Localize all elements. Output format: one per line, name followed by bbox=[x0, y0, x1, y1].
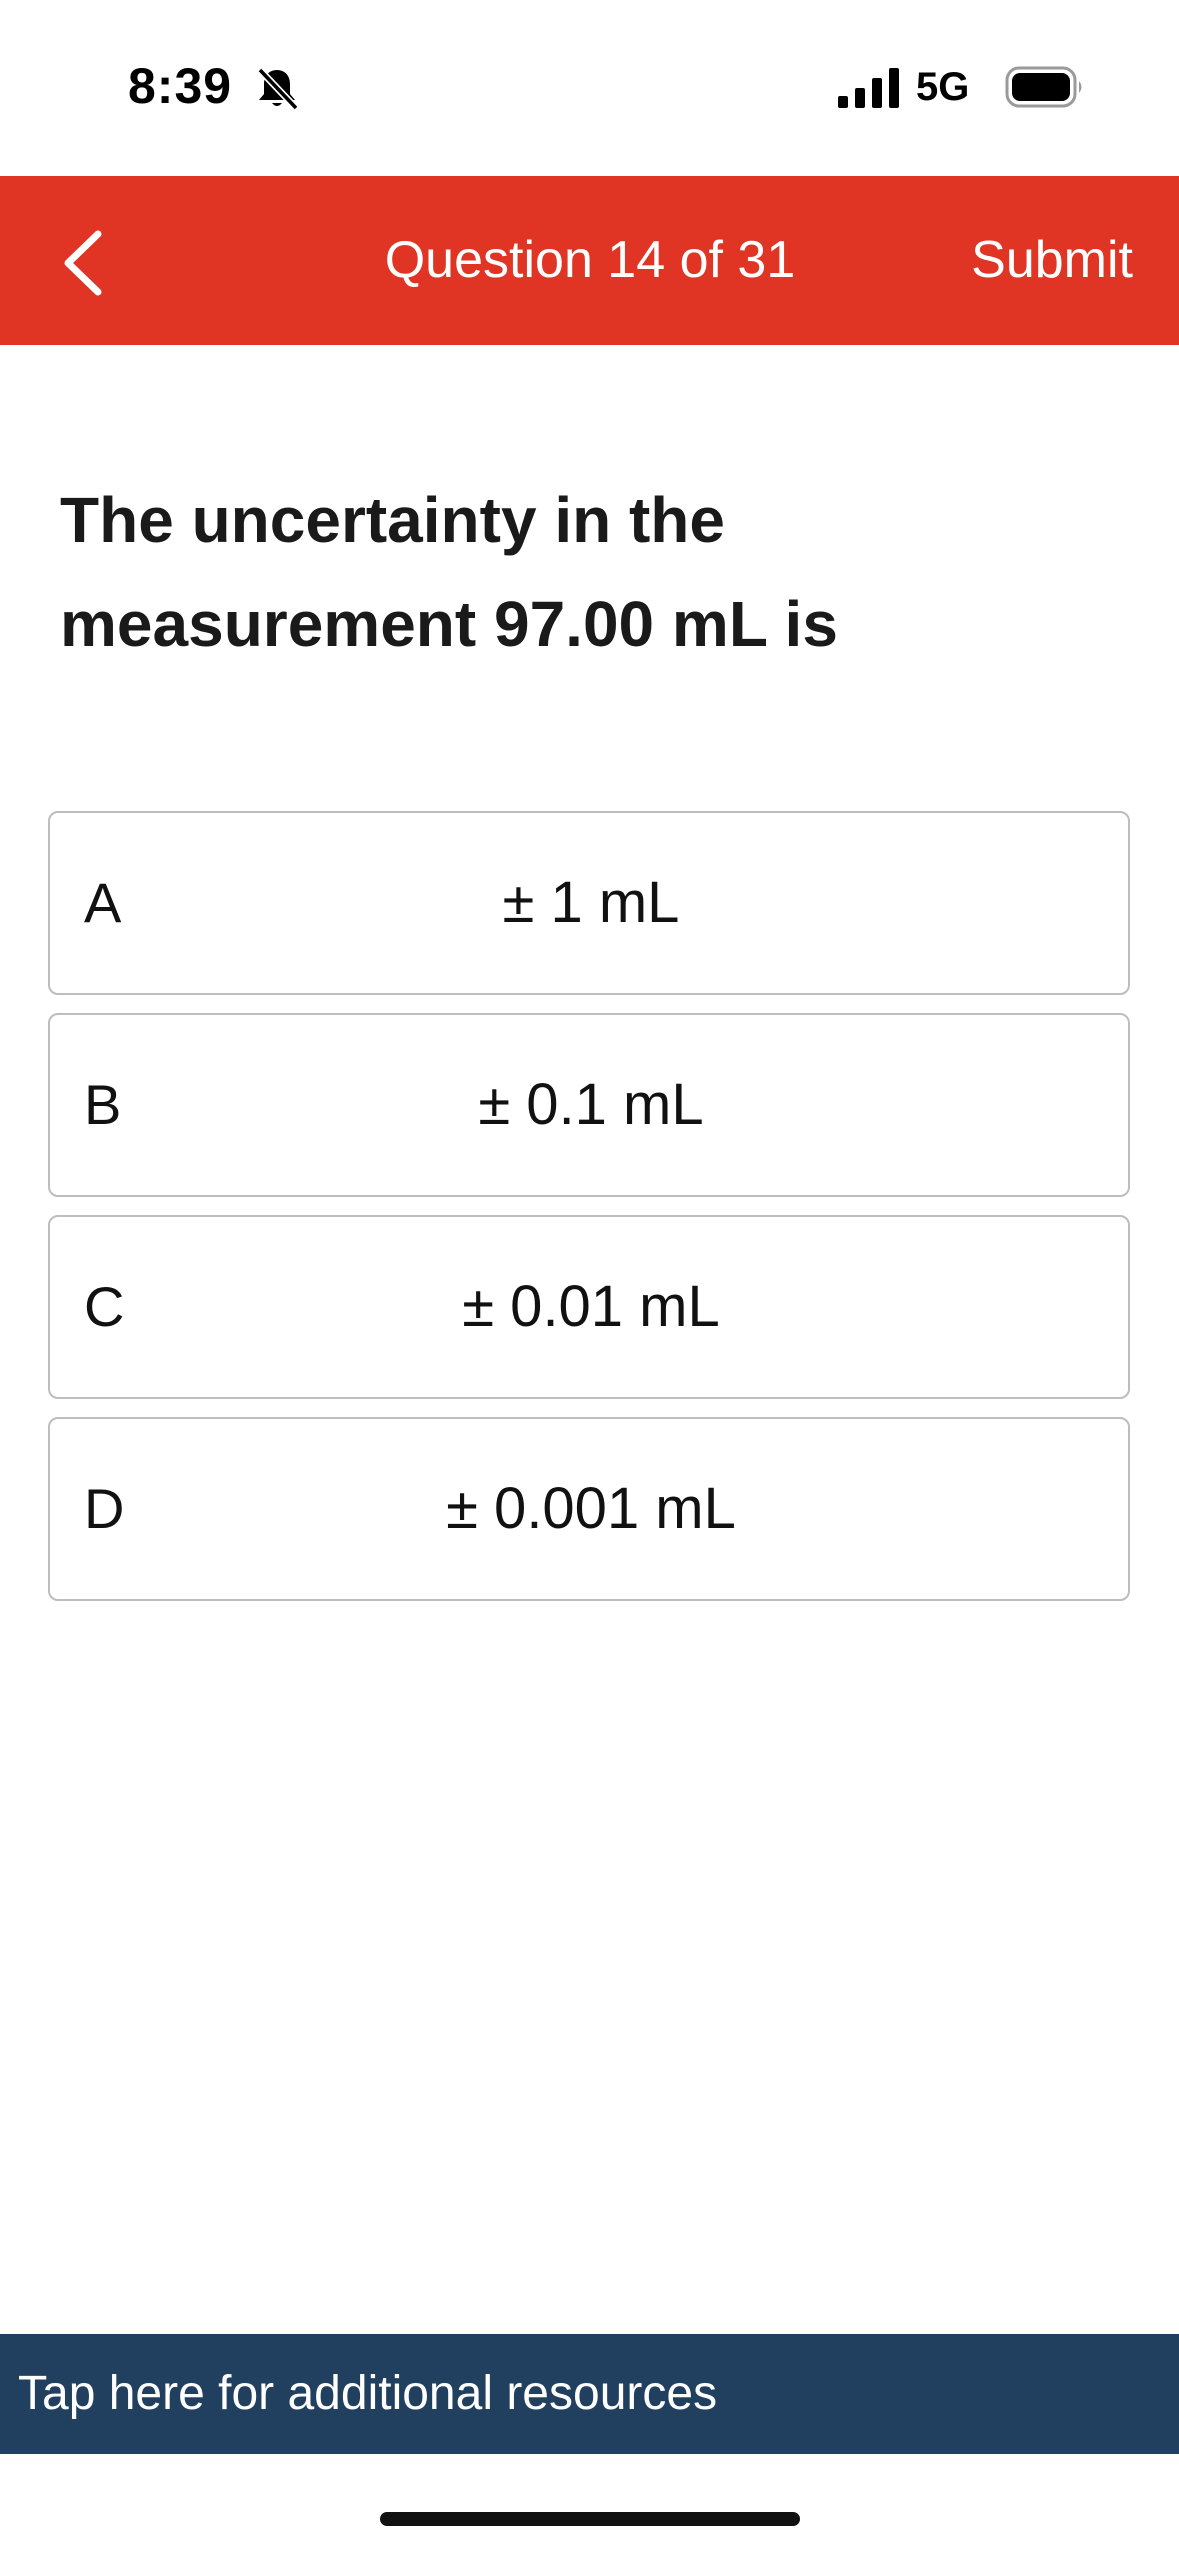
header-bar: Question 14 of 31 Submit bbox=[0, 176, 1179, 345]
option-letter: A bbox=[84, 871, 122, 934]
option-c[interactable]: C ± 0.01 mL bbox=[48, 1215, 1130, 1399]
submit-button[interactable]: Submit bbox=[971, 228, 1133, 292]
quiz-screen: 8:39 5G Question 14 of 31 Submit The unc… bbox=[0, 0, 1179, 2556]
option-a[interactable]: A ± 1 mL bbox=[48, 811, 1130, 995]
battery-icon bbox=[1005, 66, 1082, 108]
status-time: 8:39 bbox=[128, 58, 233, 114]
question-text: The uncertainty in the measurement 97.00… bbox=[60, 484, 838, 660]
option-value: ± 0.1 mL bbox=[478, 1072, 704, 1137]
option-d[interactable]: D ± 0.001 mL bbox=[48, 1417, 1130, 1601]
status-bar: 8:39 5G bbox=[0, 0, 1179, 176]
answer-options: A ± 1 mL B ± 0.1 mL C ± 0.01 mL D ± 0.00… bbox=[48, 811, 1130, 1619]
option-value: ± 1 mL bbox=[502, 870, 680, 935]
network-label: 5G bbox=[916, 65, 970, 109]
home-indicator[interactable] bbox=[380, 2512, 800, 2526]
signal-icon bbox=[838, 68, 899, 108]
option-letter: D bbox=[84, 1477, 125, 1540]
bell-off-icon bbox=[257, 67, 299, 110]
option-value: ± 0.001 mL bbox=[446, 1476, 736, 1541]
back-button[interactable] bbox=[40, 210, 130, 310]
resources-label: Tap here for additional resources bbox=[18, 2367, 718, 2420]
chevron-left-icon bbox=[64, 230, 102, 296]
question-counter: Question 14 of 31 bbox=[384, 231, 796, 289]
option-letter: C bbox=[84, 1275, 125, 1338]
option-b[interactable]: B ± 0.1 mL bbox=[48, 1013, 1130, 1197]
option-value: ± 0.01 mL bbox=[462, 1274, 720, 1339]
option-letter: B bbox=[84, 1073, 122, 1136]
additional-resources-button[interactable]: Tap here for additional resources bbox=[0, 2334, 1179, 2454]
